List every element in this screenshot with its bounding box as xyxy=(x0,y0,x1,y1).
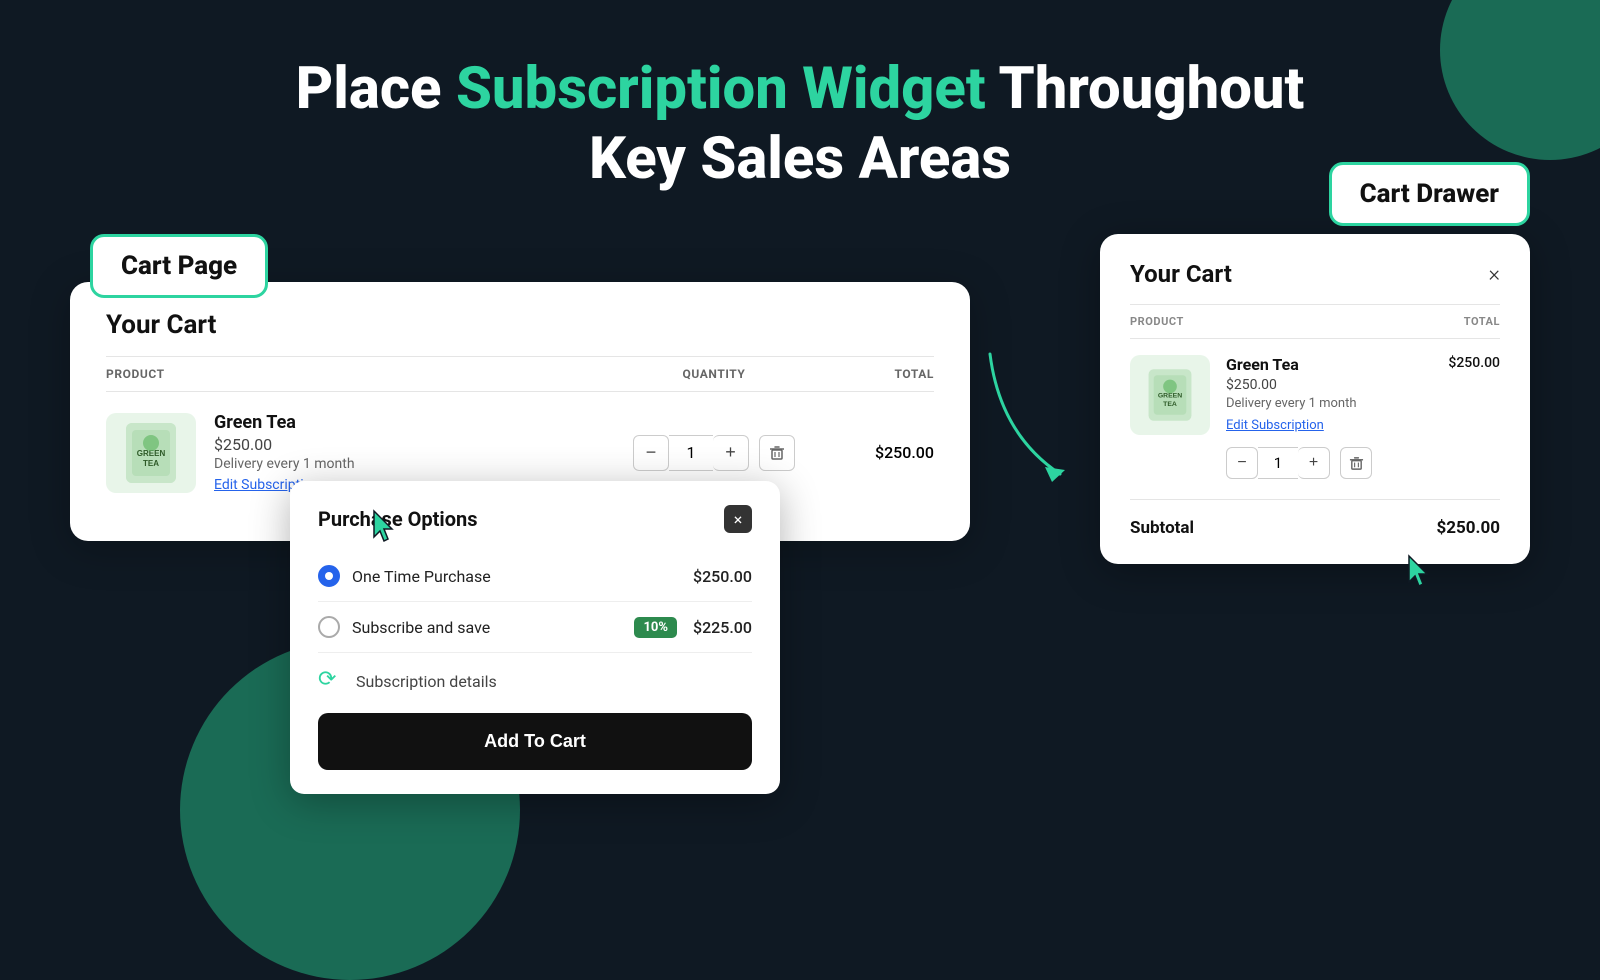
save-badge: 10% xyxy=(634,617,677,638)
option-one-time-price: $250.00 xyxy=(693,567,752,586)
subscription-details-row: ⟳ Subscription details xyxy=(318,653,752,713)
qty-control: − 1 + xyxy=(614,435,814,471)
cursor-icon-left xyxy=(370,509,400,549)
cart-drawer-label: Cart Drawer xyxy=(1329,162,1530,226)
drawer-subtotal-value: $250.00 xyxy=(1437,518,1500,538)
col-header-total: TOTAL xyxy=(814,367,934,381)
item-total-price: $250.00 xyxy=(814,443,934,462)
drawer-table-header: PRODUCT TOTAL xyxy=(1130,304,1500,339)
qty-value: 1 xyxy=(669,435,713,471)
drawer-delete-item[interactable] xyxy=(1340,447,1372,479)
drawer-item-info: Green Tea $250.00 Delivery every 1 month… xyxy=(1226,355,1357,433)
drawer-title: Your Cart xyxy=(1130,260,1232,288)
svg-text:GREEN: GREEN xyxy=(1158,393,1182,400)
drawer-item-details: Green Tea $250.00 Delivery every 1 month… xyxy=(1226,355,1500,479)
add-to-cart-button[interactable]: Add To Cart xyxy=(318,713,752,770)
option-subscribe-price: $225.00 xyxy=(693,618,752,637)
trash-icon xyxy=(769,445,785,461)
drawer-qty-value: 1 xyxy=(1258,447,1298,479)
drawer-qty-decrease[interactable]: − xyxy=(1226,447,1258,479)
cart-modal-title: Your Cart xyxy=(106,310,934,340)
drawer-col-total: TOTAL xyxy=(1464,315,1500,328)
tea-bag-icon: GREEN TEA xyxy=(116,418,186,488)
drawer-item-delivery: Delivery every 1 month xyxy=(1226,396,1357,411)
radio-subscribe[interactable] xyxy=(318,616,340,638)
purchase-options-close[interactable]: × xyxy=(724,505,752,533)
cart-table-header: PRODUCT QUANTITY TOTAL xyxy=(106,356,934,392)
arrow-decoration-center xyxy=(980,334,1110,494)
drawer-subtotal: Subtotal $250.00 xyxy=(1130,499,1500,538)
cursor-svg-left xyxy=(370,509,400,545)
subscription-details-text: Subscription details xyxy=(356,672,497,691)
drawer-item-image: GREEN TEA xyxy=(1130,355,1210,435)
drawer-item-price: $250.00 xyxy=(1226,377,1357,393)
purchase-options-modal: Purchase Options × One Time Purchase $25… xyxy=(290,481,780,794)
col-header-quantity: QUANTITY xyxy=(614,367,814,381)
option-row-one-time: One Time Purchase $250.00 xyxy=(318,551,752,602)
option-row-subscribe: Subscribe and save 10% $225.00 xyxy=(318,602,752,653)
drawer-item-name: Green Tea xyxy=(1226,355,1357,374)
subscription-icon: ⟳ xyxy=(318,667,346,695)
cursor-icon-right xyxy=(1405,554,1435,594)
drawer-tea-bag-icon: GREEN TEA xyxy=(1140,365,1200,425)
col-header-product: PRODUCT xyxy=(106,367,614,381)
cursor-svg-right xyxy=(1405,554,1435,590)
drawer-trash-icon xyxy=(1349,456,1364,471)
qty-increase-button[interactable]: + xyxy=(713,435,749,471)
option-subscribe-label: Subscribe and save xyxy=(352,618,624,637)
item-delivery: Delivery every 1 month xyxy=(214,456,614,472)
drawer-item-total: $250.00 xyxy=(1448,355,1500,371)
svg-text:TEA: TEA xyxy=(1163,401,1177,408)
cart-page-section: Cart Page Your Cart PRODUCT QUANTITY TOT… xyxy=(70,234,970,564)
svg-text:TEA: TEA xyxy=(143,459,159,468)
drawer-item-row: GREEN TEA Green Tea $250.00 Delivery eve… xyxy=(1130,355,1500,479)
delete-item-button[interactable] xyxy=(759,435,795,471)
cart-drawer-section: Cart Drawer Your Cart × PRODUCT TOTAL GR… xyxy=(1100,234,1530,564)
item-image: GREEN TEA xyxy=(106,413,196,493)
radio-one-time[interactable] xyxy=(318,565,340,587)
cart-drawer-modal: Your Cart × PRODUCT TOTAL GREEN TEA xyxy=(1100,234,1530,564)
drawer-subtotal-label: Subtotal xyxy=(1130,518,1194,538)
drawer-qty-increase[interactable]: + xyxy=(1298,447,1330,479)
drawer-col-product: PRODUCT xyxy=(1130,315,1184,328)
option-one-time-label: One Time Purchase xyxy=(352,567,677,586)
drawer-qty-control: − 1 + xyxy=(1226,447,1500,479)
qty-decrease-button[interactable]: − xyxy=(633,435,669,471)
drawer-header: Your Cart × xyxy=(1130,260,1500,288)
cart-page-label: Cart Page xyxy=(90,234,268,298)
drawer-edit-subscription-link[interactable]: Edit Subscription xyxy=(1226,418,1324,433)
content-area: Cart Page Your Cart PRODUCT QUANTITY TOT… xyxy=(0,234,1600,564)
drawer-close-button[interactable]: × xyxy=(1488,262,1500,287)
item-name: Green Tea xyxy=(214,412,614,433)
item-price: $250.00 xyxy=(214,435,614,454)
